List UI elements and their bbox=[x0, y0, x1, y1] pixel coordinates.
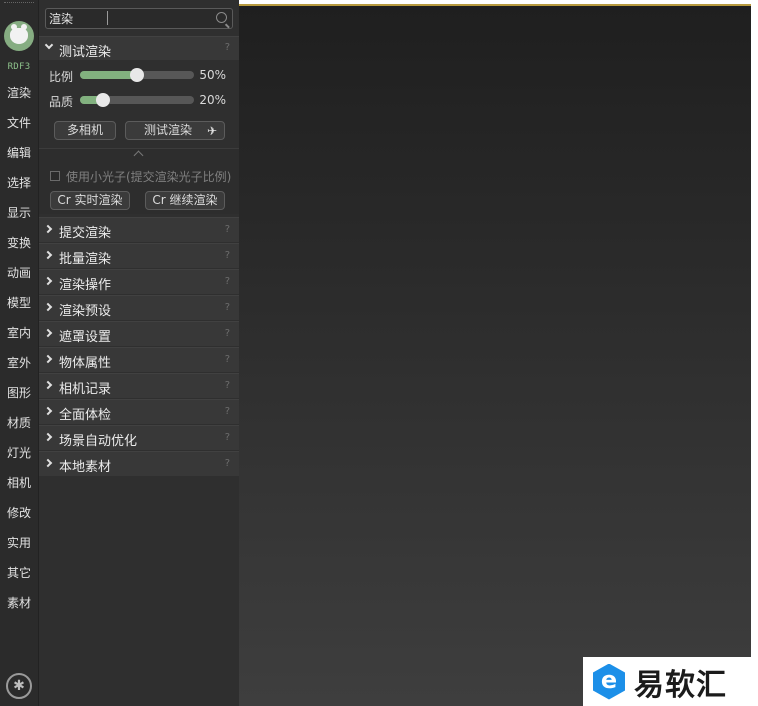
section-header[interactable]: 场景自动优化? bbox=[39, 425, 239, 450]
section-title: 物体属性 bbox=[59, 356, 112, 371]
nav-grip[interactable] bbox=[4, 2, 34, 7]
quality-value: 20% bbox=[199, 93, 226, 107]
section-header[interactable]: 渲染操作? bbox=[39, 269, 239, 294]
section-title: 渲染预设 bbox=[59, 304, 112, 319]
section-title: 提交渲染 bbox=[59, 226, 112, 241]
nav-item[interactable]: 变换 bbox=[0, 228, 38, 258]
help-icon[interactable]: ? bbox=[225, 354, 230, 365]
help-icon[interactable]: ? bbox=[225, 432, 230, 443]
nav-item[interactable]: 动画 bbox=[0, 258, 38, 288]
ratio-slider-fill bbox=[80, 71, 137, 79]
nav-item[interactable]: 相机 bbox=[0, 468, 38, 498]
help-icon[interactable]: ? bbox=[225, 224, 230, 235]
nav-item[interactable]: 室内 bbox=[0, 318, 38, 348]
version-label: RDF3 bbox=[7, 62, 31, 72]
nav-item[interactable]: 其它 bbox=[0, 558, 38, 588]
ratio-value: 50% bbox=[199, 68, 226, 82]
section-list: 提交渲染? 批量渲染? 渲染操作? 渲染预设? 遮罩设置? 物体属性? 相机记录? 全面体检?… bbox=[39, 217, 239, 477]
nav-item[interactable]: 素材 bbox=[0, 588, 38, 618]
watermark-logo-letter: e bbox=[600, 665, 618, 694]
search-box[interactable] bbox=[45, 8, 233, 29]
section-header[interactable]: 渲染预设? bbox=[39, 295, 239, 320]
search-icon[interactable] bbox=[216, 12, 227, 23]
small-photon-label: 使用小光子(提交渲染光子比例) bbox=[66, 170, 232, 184]
section-header[interactable]: 本地素材? bbox=[39, 451, 239, 476]
test-render-button-label: 测试渲染 bbox=[143, 123, 192, 137]
help-icon[interactable]: ? bbox=[225, 250, 230, 261]
section-header[interactable]: 物体属性? bbox=[39, 347, 239, 372]
ratio-label: 比例 bbox=[49, 70, 74, 84]
chevron-right-icon bbox=[43, 328, 53, 338]
render-viewport[interactable] bbox=[239, 4, 751, 706]
nav-item[interactable]: 文件 bbox=[0, 108, 38, 138]
section-title: 渲染操作 bbox=[59, 278, 112, 293]
chevron-right-icon bbox=[43, 380, 53, 390]
section-header[interactable]: 遮罩设置? bbox=[39, 321, 239, 346]
help-icon[interactable]: ? bbox=[225, 406, 230, 417]
section-title: 相机记录 bbox=[59, 382, 112, 397]
nav-item[interactable]: 实用 bbox=[0, 528, 38, 558]
text-cursor-icon bbox=[107, 11, 108, 25]
chevron-right-icon bbox=[43, 250, 53, 260]
help-icon[interactable]: ? bbox=[225, 42, 230, 53]
ratio-slider-thumb[interactable] bbox=[130, 68, 144, 82]
chevron-right-icon bbox=[43, 458, 53, 468]
test-render-button[interactable]: 测试渲染 ✈ bbox=[125, 121, 225, 140]
airplane-icon: ✈ bbox=[206, 124, 217, 138]
quality-slider-thumb[interactable] bbox=[95, 93, 110, 107]
quality-label: 品质 bbox=[49, 95, 74, 109]
small-photon-checkbox[interactable] bbox=[50, 171, 60, 181]
nav-item[interactable]: 材质 bbox=[0, 408, 38, 438]
section-header[interactable]: 全面体检? bbox=[39, 399, 239, 424]
nav-item[interactable]: 模型 bbox=[0, 288, 38, 318]
cr-realtime-render-button[interactable]: Cr 实时渲染 bbox=[50, 191, 130, 210]
window-edge bbox=[751, 0, 758, 706]
watermark-text: 易软汇 bbox=[634, 667, 727, 703]
logo-icon[interactable] bbox=[4, 21, 34, 51]
chevron-right-icon bbox=[43, 276, 53, 286]
chevron-down-icon bbox=[44, 40, 54, 50]
help-icon[interactable]: ? bbox=[225, 276, 230, 287]
bear-icon bbox=[10, 24, 28, 44]
help-icon[interactable]: ? bbox=[225, 458, 230, 469]
nav-item[interactable]: 显示 bbox=[0, 198, 38, 228]
nav-item[interactable]: 修改 bbox=[0, 498, 38, 528]
chevron-right-icon bbox=[43, 302, 53, 312]
section-title: 本地素材 bbox=[59, 460, 112, 475]
multi-camera-button[interactable]: 多相机 bbox=[54, 121, 116, 140]
chevron-right-icon bbox=[43, 224, 53, 234]
section-title: 全面体检 bbox=[59, 408, 112, 423]
section-header[interactable]: 相机记录? bbox=[39, 373, 239, 398]
nav-list: 渲染 文件 编辑 选择 显示 变换 动画 模型 室内 室外 图形 材质 灯光 相机 修改 实用 其它 素材 bbox=[0, 78, 38, 618]
nav-item[interactable]: 灯光 bbox=[0, 438, 38, 468]
tool-panel: 测试渲染 ? 比例 50% 品质 20% 多相机 测试渲染 ✈ 使用小光子(提交… bbox=[39, 0, 239, 706]
section-header[interactable]: 批量渲染? bbox=[39, 243, 239, 268]
section-test-render-header[interactable]: 测试渲染 ? bbox=[39, 36, 239, 60]
cr-continue-render-button[interactable]: Cr 继续渲染 bbox=[145, 191, 225, 210]
chevron-up-icon[interactable] bbox=[133, 150, 144, 161]
section-header[interactable]: 提交渲染? bbox=[39, 217, 239, 242]
settings-icon[interactable]: ✱ bbox=[6, 673, 32, 699]
ratio-slider[interactable] bbox=[80, 68, 194, 82]
watermark: e 易软汇 bbox=[583, 657, 758, 706]
section-title: 批量渲染 bbox=[59, 252, 112, 267]
chevron-right-icon bbox=[43, 354, 53, 364]
nav-item[interactable]: 图形 bbox=[0, 378, 38, 408]
chevron-right-icon bbox=[43, 432, 53, 442]
help-icon[interactable]: ? bbox=[225, 380, 230, 391]
watermark-logo-icon: e bbox=[591, 662, 627, 702]
chevron-right-icon bbox=[43, 406, 53, 416]
nav-item[interactable]: 渲染 bbox=[0, 78, 38, 108]
search-input[interactable] bbox=[49, 9, 209, 28]
left-nav: RDF3 渲染 文件 编辑 选择 显示 变换 动画 模型 室内 室外 图形 材质 灯光 相机 修改 实用 其它素… bbox=[0, 0, 39, 706]
nav-item[interactable]: 选择 bbox=[0, 168, 38, 198]
quality-slider[interactable] bbox=[80, 93, 194, 107]
section-title: 场景自动优化 bbox=[59, 434, 138, 449]
section-title: 测试渲染 bbox=[59, 45, 112, 60]
section-title: 遮罩设置 bbox=[59, 330, 112, 345]
help-icon[interactable]: ? bbox=[225, 328, 230, 339]
help-icon[interactable]: ? bbox=[225, 302, 230, 313]
nav-item[interactable]: 编辑 bbox=[0, 138, 38, 168]
nav-item[interactable]: 室外 bbox=[0, 348, 38, 378]
